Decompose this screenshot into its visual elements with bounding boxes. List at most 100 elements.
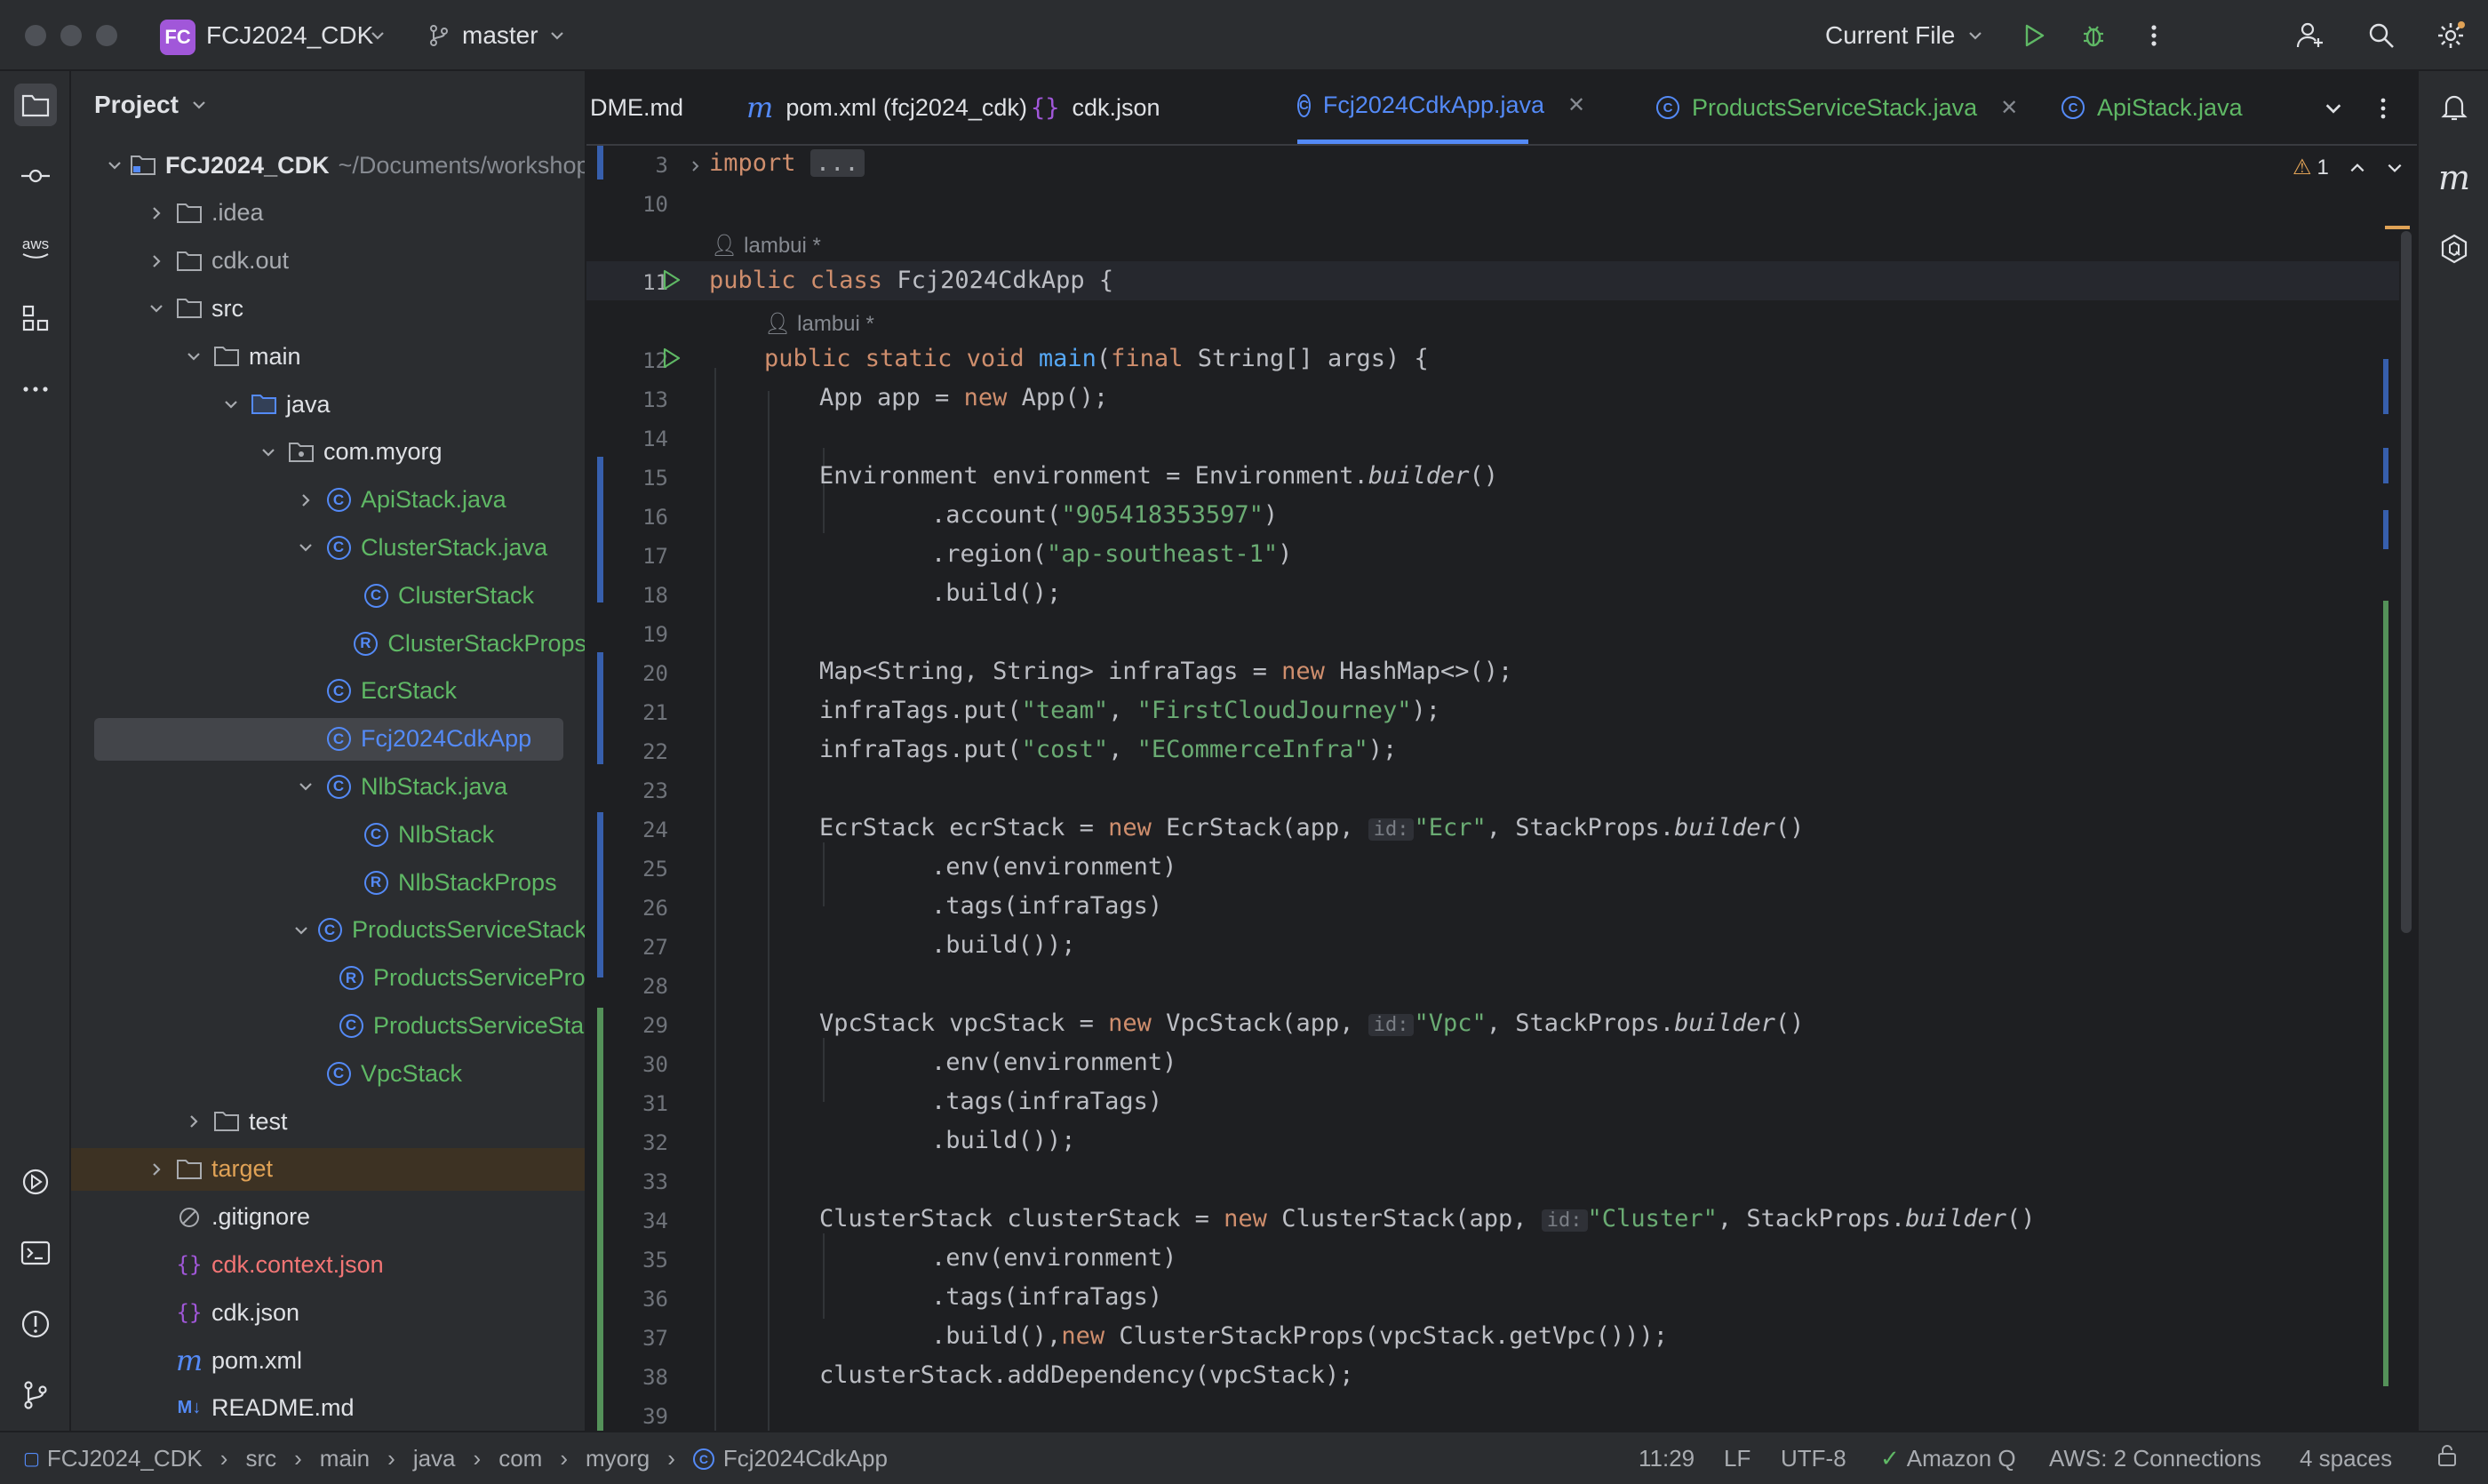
tab-productsservicestack[interactable]: C ProductsServiceStack.java ✕ (1656, 71, 2018, 144)
amazon-q-icon[interactable] (2433, 227, 2476, 270)
project-selector[interactable]: FCJ2024_CDK (206, 21, 373, 50)
tree-item[interactable]: test (71, 1100, 585, 1143)
project-badge[interactable]: FC (160, 20, 195, 55)
breadcrumb-item[interactable]: main (320, 1445, 370, 1472)
aws-connections[interactable]: AWS: 2 Connections (2049, 1445, 2261, 1472)
tree-item[interactable]: C ClusterStack (71, 574, 585, 617)
add-user-icon[interactable] (2291, 16, 2330, 55)
zoom-window-button[interactable] (96, 25, 117, 46)
tab-readme[interactable]: DME.md (590, 71, 683, 144)
author-hint[interactable]: 👤︎ lambui * (711, 233, 821, 259)
project-panel-title[interactable]: Project (94, 91, 207, 119)
expand-chevron-right-icon[interactable] (144, 201, 169, 226)
expand-chevron-down-icon[interactable] (144, 296, 169, 321)
breadcrumb-item[interactable]: Fcj2024CdkApp (723, 1445, 888, 1472)
tree-item[interactable]: {} cdk.context.json (71, 1243, 585, 1286)
tree-item[interactable]: C ApiStack.java (71, 479, 585, 522)
tree-item[interactable]: R NlbStackProps (71, 861, 585, 904)
expand-chevron-down-icon[interactable] (107, 153, 123, 178)
tree-item[interactable]: C EcrStack (71, 670, 585, 713)
more-tools-icon[interactable] (14, 368, 57, 411)
amazon-q-status[interactable]: ✓ Amazon Q (1880, 1445, 2016, 1472)
git-tool-icon[interactable] (14, 1374, 57, 1416)
expand-chevron-down-icon[interactable] (293, 774, 318, 799)
folded-imports[interactable]: ... (809, 149, 865, 177)
indent-setting[interactable]: 4 spaces (2300, 1445, 2392, 1472)
close-tab-icon[interactable]: ✕ (2000, 95, 2018, 121)
tree-item[interactable]: C Fcj2024CdkApp (94, 717, 563, 761)
lock-icon[interactable] (2435, 1443, 2460, 1474)
run-gutter-icon[interactable] (656, 265, 686, 295)
more-vertical-icon[interactable] (2134, 16, 2173, 55)
warning-marker[interactable] (2385, 226, 2410, 229)
file-encoding[interactable]: UTF-8 (1781, 1445, 1846, 1472)
tree-item[interactable]: java (71, 383, 585, 426)
branch-selector[interactable]: master (462, 21, 538, 50)
maven-tool-icon[interactable]: m (2433, 156, 2476, 199)
run-icon[interactable] (2014, 16, 2053, 55)
tree-item[interactable]: C ProductsServiceStack (71, 1004, 585, 1047)
expand-chevron-down-icon[interactable] (293, 535, 318, 560)
tree-item[interactable]: R ClusterStackProps (71, 622, 585, 665)
expand-chevron-down-icon[interactable] (181, 344, 206, 369)
expand-chevron-down-icon[interactable] (256, 440, 281, 465)
tree-item[interactable]: {} cdk.json (71, 1291, 585, 1334)
expand-chevron-right-icon[interactable] (293, 488, 318, 513)
tree-item[interactable]: main (71, 335, 585, 378)
tree-item[interactable]: C NlbStack (71, 813, 585, 856)
tab-pom-xml[interactable]: m pom.xml (fcj2024_cdk) (746, 71, 1027, 144)
chevron-up-icon[interactable] (2348, 159, 2366, 177)
breadcrumb-item[interactable]: java (413, 1445, 456, 1472)
tab-apistack[interactable]: C ApiStack.java (2061, 71, 2243, 144)
minimize-window-button[interactable] (60, 25, 82, 46)
terminal-tool-icon[interactable] (14, 1232, 57, 1274)
tree-item[interactable]: m pom.xml (71, 1339, 585, 1382)
tree-item[interactable]: CProductsServiceStack.java (71, 909, 585, 952)
author-hint[interactable]: 👤︎ lambui * (764, 311, 874, 337)
expand-chevron-right-icon[interactable] (144, 1157, 169, 1182)
tree-item[interactable]: RProductsServiceProps (71, 957, 585, 1000)
problems-tool-icon[interactable] (14, 1303, 57, 1345)
tab-fcj2024cdkapp[interactable]: C Fcj2024CdkApp.java ✕ (1297, 71, 1585, 144)
search-icon[interactable] (2362, 16, 2401, 55)
close-tab-icon[interactable]: ✕ (1567, 92, 1585, 118)
tab-cdk-json[interactable]: {} cdk.json (1031, 71, 1160, 144)
inspection-widget[interactable]: ⚠ 1 (2293, 155, 2404, 180)
tab-more-icon[interactable] (2364, 89, 2403, 128)
notifications-bell-icon[interactable] (2433, 85, 2476, 128)
tree-item[interactable]: .idea (71, 192, 585, 235)
expand-chevron-right-icon[interactable] (144, 249, 169, 274)
aws-toolkit-icon[interactable]: aws (14, 226, 57, 268)
tree-item[interactable]: C ClusterStack.java (71, 526, 585, 569)
project-tool-folder-icon[interactable] (14, 84, 57, 126)
commit-tool-icon[interactable] (14, 155, 57, 197)
breadcrumb-item[interactable]: myorg (586, 1445, 650, 1472)
settings-gear-icon[interactable] (2431, 16, 2470, 55)
breadcrumb-item[interactable]: com (498, 1445, 542, 1472)
tree-item[interactable]: target (71, 1147, 585, 1191)
tree-item[interactable]: FCJ2024_CDK ~/Documents/workshop (71, 144, 585, 187)
caret-position[interactable]: 11:29 (1639, 1445, 1695, 1472)
fold-chevron-icon[interactable] (684, 155, 707, 178)
expand-chevron-down-icon[interactable] (219, 392, 243, 417)
tree-item[interactable]: src (71, 287, 585, 330)
tree-item[interactable]: M↓ README.md (71, 1387, 585, 1430)
debug-icon[interactable] (2074, 16, 2113, 55)
chevron-down-icon[interactable] (2386, 159, 2404, 177)
tree-item[interactable]: C VpcStack (71, 1052, 585, 1095)
vertical-scrollbar[interactable] (2401, 231, 2412, 933)
close-window-button[interactable] (25, 25, 46, 46)
code-editor[interactable]: 3 10 11 12 13 14 15 16 17 18 19 20 21 22… (586, 146, 2417, 1431)
structure-tool-icon[interactable] (14, 297, 57, 339)
expand-chevron-down-icon[interactable] (293, 918, 309, 943)
tree-item[interactable]: com.myorg (71, 431, 585, 474)
tree-item[interactable]: cdk.out (71, 240, 585, 283)
expand-chevron-right-icon[interactable] (181, 1109, 206, 1134)
tree-item[interactable]: .gitignore (71, 1196, 585, 1239)
line-separator[interactable]: LF (1724, 1445, 1750, 1472)
breadcrumb-item[interactable]: src (245, 1445, 276, 1472)
services-tool-icon[interactable] (14, 1161, 57, 1203)
run-config-selector[interactable]: Current File (1825, 21, 1955, 50)
run-gutter-icon[interactable] (656, 343, 686, 373)
breadcrumb-item[interactable]: FCJ2024_CDK (47, 1445, 203, 1472)
